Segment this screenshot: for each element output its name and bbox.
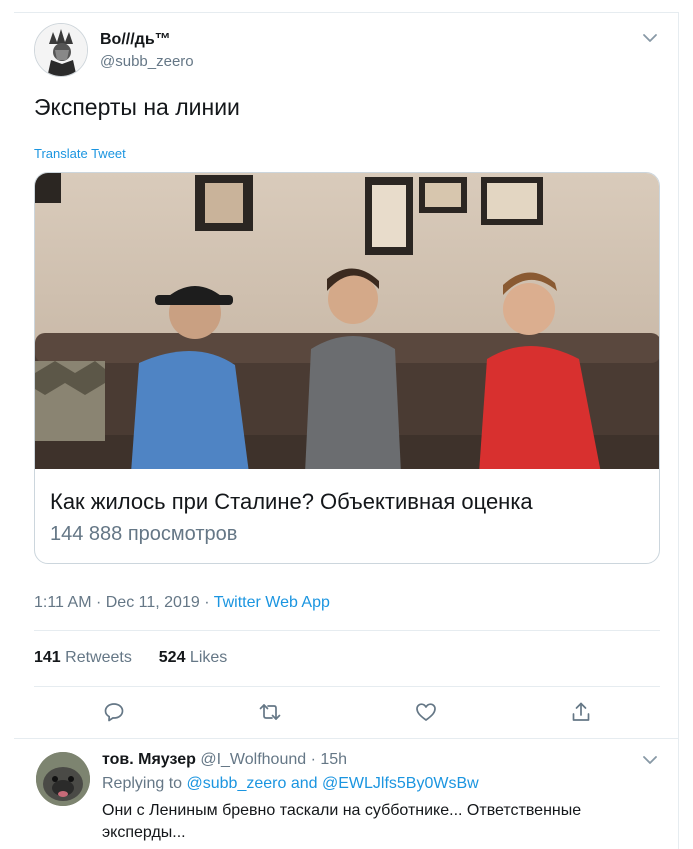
retweets-stat[interactable]: 141 Retweets	[34, 649, 132, 666]
retweets-label: Retweets	[65, 649, 132, 666]
chevron-down-icon[interactable]	[640, 28, 660, 48]
replying-to: Replying to @subb_zeero and @EWLJlfs5By0…	[102, 775, 479, 793]
tweet-meta: 1:11 AM · Dec 11, 2019 · Twitter Web App	[34, 594, 330, 612]
reply-header: тов. Мяузер @I_Wolfhound · 15h	[102, 751, 347, 769]
translate-tweet-link[interactable]: Translate Tweet	[34, 146, 126, 161]
tweet-date[interactable]: Dec 11, 2019	[106, 594, 200, 611]
meta-dot: ·	[204, 594, 214, 611]
reply-icon[interactable]	[102, 700, 126, 724]
author-name[interactable]: Во///дь™	[100, 31, 171, 49]
reply-age[interactable]: 15h	[320, 751, 347, 768]
top-border	[14, 12, 679, 13]
card-views: 144 888 просмотров	[50, 523, 238, 545]
tweet-source[interactable]: Twitter Web App	[214, 594, 330, 611]
meta-dot: ·	[310, 751, 321, 768]
card-image	[35, 173, 659, 477]
replying-and: and	[290, 775, 318, 792]
divider	[34, 686, 660, 687]
author-avatar[interactable]	[34, 23, 88, 77]
reply-author-avatar[interactable]	[36, 752, 90, 806]
likes-count: 524	[158, 649, 186, 666]
card-title: Как жилось при Сталине? Объективная оцен…	[50, 489, 533, 514]
tweet-time[interactable]: 1:11 AM	[34, 594, 92, 611]
right-border	[678, 12, 679, 849]
tweet-text: Эксперты на линии	[34, 94, 240, 120]
reply-author-handle[interactable]: @I_Wolfhound	[200, 751, 306, 768]
divider	[34, 630, 660, 631]
replying-to-label: Replying to	[102, 775, 183, 792]
chevron-down-icon[interactable]	[640, 750, 660, 770]
like-icon[interactable]	[414, 700, 438, 724]
meta-dot: ·	[95, 594, 106, 611]
replying-user-link[interactable]: @EWLJlfs5By0WsBw	[322, 775, 479, 792]
likes-stat[interactable]: 524 Likes	[159, 649, 228, 666]
reply-text: Они с Лениным бревно таскали на субботни…	[102, 802, 582, 841]
share-icon[interactable]	[569, 700, 593, 724]
tweet-stats: 141 Retweets 524 Likes	[34, 649, 227, 667]
retweet-icon[interactable]	[258, 700, 282, 724]
reply-author-name[interactable]: тов. Мяузер	[102, 751, 196, 768]
likes-label: Likes	[189, 649, 228, 666]
replying-user-link[interactable]: @subb_zeero	[187, 775, 287, 792]
section-divider	[14, 738, 679, 739]
media-card[interactable]: Как жилось при Сталине? Объективная оцен…	[34, 172, 660, 564]
retweets-count: 141	[34, 649, 61, 666]
author-handle[interactable]: @subb_zeero	[100, 53, 194, 70]
